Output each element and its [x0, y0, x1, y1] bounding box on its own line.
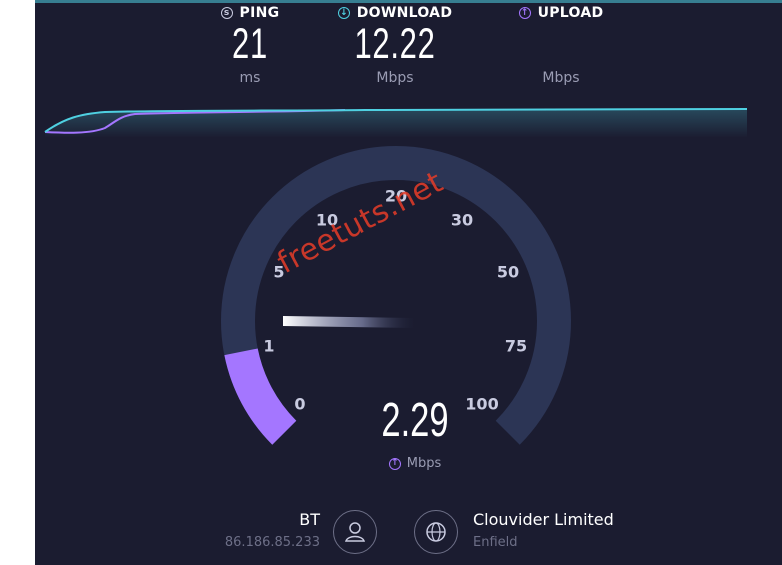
server-location: Enfield — [473, 535, 518, 550]
gauge-tick-50: 50 — [496, 262, 520, 282]
server-info: Clouvider Limited Enfield — [473, 510, 733, 550]
gauge-tick-100: 100 — [465, 394, 499, 414]
gauge-tick-75: 75 — [504, 336, 528, 356]
gauge-tick-1: 1 — [263, 336, 275, 356]
current-speed-unit: ↑ Mbps — [355, 456, 475, 471]
upload-arrow-icon: ↑ — [388, 457, 401, 470]
change-server-button[interactable] — [414, 510, 458, 554]
speedtest-app: s PING 21 ms ↓ DOWNLOAD 12.22 Mbps ↑ UPL… — [35, 0, 782, 565]
isp-info: BT 86.186.85.233 — [205, 510, 320, 550]
server-name: Clouvider Limited — [473, 510, 614, 529]
speed-gauge — [221, 146, 571, 445]
user-icon — [344, 522, 366, 542]
isp-name: BT — [299, 510, 320, 529]
change-isp-button[interactable] — [333, 510, 377, 554]
current-speed-unit-label: Mbps — [406, 456, 442, 471]
gauge-fill — [224, 348, 297, 445]
gauge-tick-0: 0 — [294, 394, 306, 414]
current-speed-value: 2.29 — [381, 394, 449, 447]
isp-ip: 86.186.85.233 — [224, 535, 320, 550]
globe-icon — [426, 522, 446, 542]
gauge-needle — [283, 316, 415, 328]
gauge-tick-30: 30 — [450, 210, 474, 230]
